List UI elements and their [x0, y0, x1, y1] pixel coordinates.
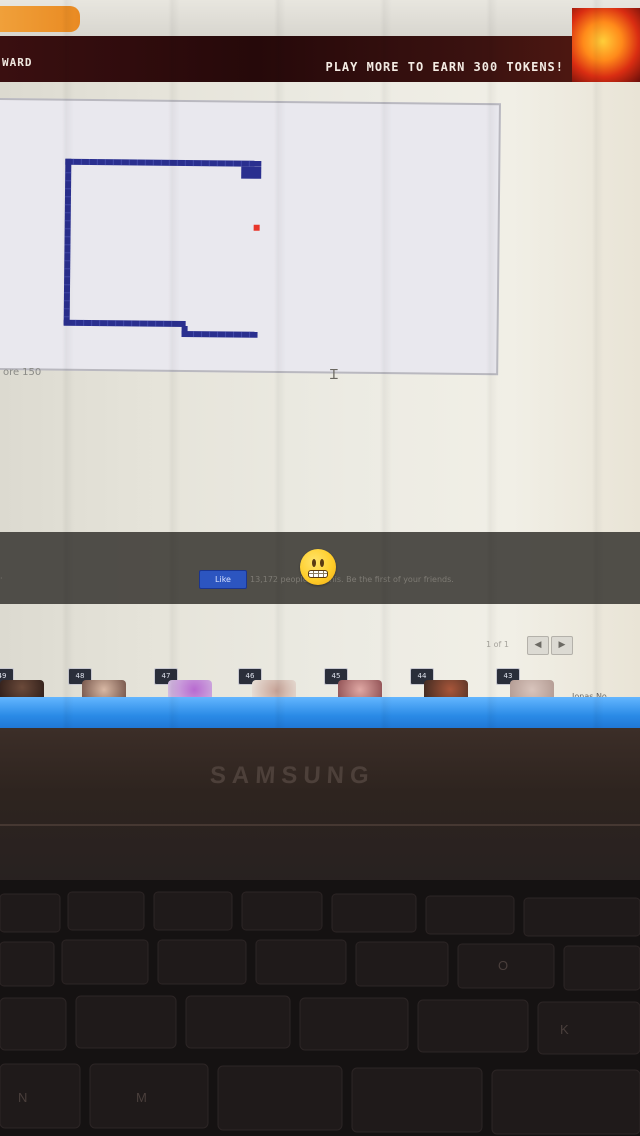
- key-caps: [0, 891, 640, 1135]
- laptop-screen: WARD PLAY MORE TO EARN 300 TOKENS! ore 15…: [0, 0, 640, 735]
- snake-body: [63, 158, 262, 338]
- like-count-text: 13,172 people like this. Be the first of…: [250, 575, 454, 584]
- score-display: ore 150: [0, 367, 41, 378]
- snake-game-canvas: [63, 158, 262, 338]
- laptop-keyboard: O K M N: [0, 880, 640, 1136]
- snake-game-board[interactable]: [0, 98, 501, 376]
- notice-edge-text: ·: [0, 574, 3, 583]
- emoji-teeth: [308, 570, 328, 578]
- emoji-right-eye: [320, 559, 324, 567]
- pager-count: 1 of 1: [486, 640, 509, 649]
- emoji-left-eye: [312, 559, 316, 567]
- score-label: ore: [3, 367, 20, 378]
- key-o-label: O: [498, 958, 508, 973]
- snake-segment-lines: [63, 158, 251, 338]
- laptop-bezel: [0, 728, 640, 888]
- orange-tab[interactable]: [0, 6, 80, 32]
- grimacing-face-icon: [300, 549, 336, 585]
- pager-next-button[interactable]: ▶: [551, 636, 573, 655]
- promo-right-text[interactable]: PLAY MORE TO EARN 300 TOKENS!: [325, 60, 564, 74]
- snake-food: [253, 224, 260, 231]
- score-value: 150: [22, 367, 42, 378]
- promo-banner: [0, 36, 640, 82]
- bezel-hinge-line: [0, 824, 640, 826]
- like-button[interactable]: Like: [199, 570, 247, 589]
- key-n-label: N: [18, 1090, 27, 1105]
- browser-top-strip: [0, 0, 640, 36]
- key-k-label: K: [560, 1022, 569, 1037]
- pager-prev-button[interactable]: ◀: [527, 636, 549, 655]
- key-m-label: M: [136, 1090, 147, 1105]
- promo-left-text: WARD: [2, 56, 33, 69]
- token-badge-icon[interactable]: [572, 8, 640, 82]
- text-cursor-icon: Ɪ: [330, 367, 338, 383]
- keyboard-keys: O K M N: [0, 891, 640, 1135]
- laptop-brand-logo: SAMSUNG: [209, 762, 376, 789]
